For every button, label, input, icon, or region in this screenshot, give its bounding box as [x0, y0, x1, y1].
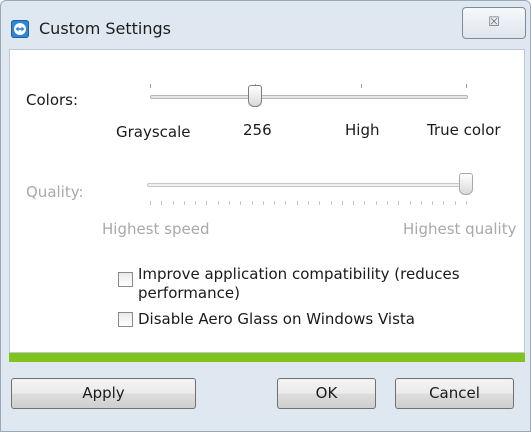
quality-tick: [364, 201, 366, 205]
quality-tick: [319, 201, 321, 205]
quality-tick: [274, 201, 276, 205]
colors-tick-grayscale: [150, 84, 151, 88]
quality-tick: [375, 201, 377, 205]
quality-tick: [217, 201, 219, 205]
improve-compatibility-label[interactable]: Improve application compatibility (reduc…: [138, 265, 460, 303]
quality-tick: [420, 201, 422, 205]
disable-aero-label[interactable]: Disable Aero Glass on Windows Vista: [138, 310, 415, 329]
quality-tick: [240, 201, 242, 205]
quality-tick: [353, 201, 355, 205]
custom-settings-window: Custom Settings ☒ Colors: Grayscale 256 …: [0, 0, 531, 432]
colors-tick-high: [361, 84, 362, 88]
quality-label: Quality:: [26, 183, 84, 201]
window-title: Custom Settings: [39, 19, 172, 38]
quality-tick: [330, 201, 332, 205]
colors-slider-track[interactable]: [150, 95, 468, 99]
accent-bar: [9, 353, 525, 362]
colors-tick-true-color: [466, 84, 467, 88]
quality-tick: [443, 201, 445, 205]
quality-tick: [409, 201, 411, 205]
colors-tick-label-256: 256: [243, 121, 272, 139]
colors-tick-label-grayscale: Grayscale: [116, 123, 191, 141]
quality-tick: [341, 201, 343, 205]
quality-tick: [262, 201, 264, 205]
quality-tick: [432, 201, 434, 205]
quality-tick: [195, 201, 197, 205]
quality-tick: [454, 201, 456, 205]
title-bar: Custom Settings ☒: [1, 1, 530, 39]
disable-aero-checkbox[interactable]: [118, 312, 133, 327]
quality-tick: [206, 201, 208, 205]
cancel-button[interactable]: Cancel: [395, 378, 514, 409]
quality-tick: [466, 201, 467, 205]
quality-slider-track: [147, 183, 470, 187]
close-icon: ☒: [488, 15, 500, 30]
quality-tick: [229, 201, 230, 205]
quality-tick: [150, 201, 151, 205]
quality-max-label: Highest quality: [403, 220, 517, 238]
colors-label: Colors:: [26, 91, 79, 109]
quality-tick: [308, 201, 309, 205]
colors-tick-label-true-color: True color: [427, 121, 501, 139]
colors-slider-thumb[interactable]: [248, 85, 263, 107]
quality-tick: [387, 201, 388, 205]
colors-tick-label-high: High: [345, 121, 380, 139]
teamviewer-icon: [11, 20, 29, 38]
quality-tick: [172, 201, 174, 205]
apply-button[interactable]: Apply: [11, 378, 196, 409]
settings-panel: Colors: Grayscale 256 High True color Qu…: [9, 49, 525, 353]
quality-tick: [398, 201, 400, 205]
quality-min-label: Highest speed: [102, 220, 210, 238]
ok-button[interactable]: OK: [277, 378, 376, 409]
quality-tick: [251, 201, 253, 205]
quality-slider-thumb: [459, 173, 473, 195]
quality-tick: [161, 201, 163, 205]
quality-tick: [296, 201, 298, 205]
improve-compatibility-checkbox[interactable]: [118, 272, 133, 287]
close-button[interactable]: ☒: [462, 7, 526, 39]
quality-tick: [183, 201, 185, 205]
quality-tick: [285, 201, 287, 205]
